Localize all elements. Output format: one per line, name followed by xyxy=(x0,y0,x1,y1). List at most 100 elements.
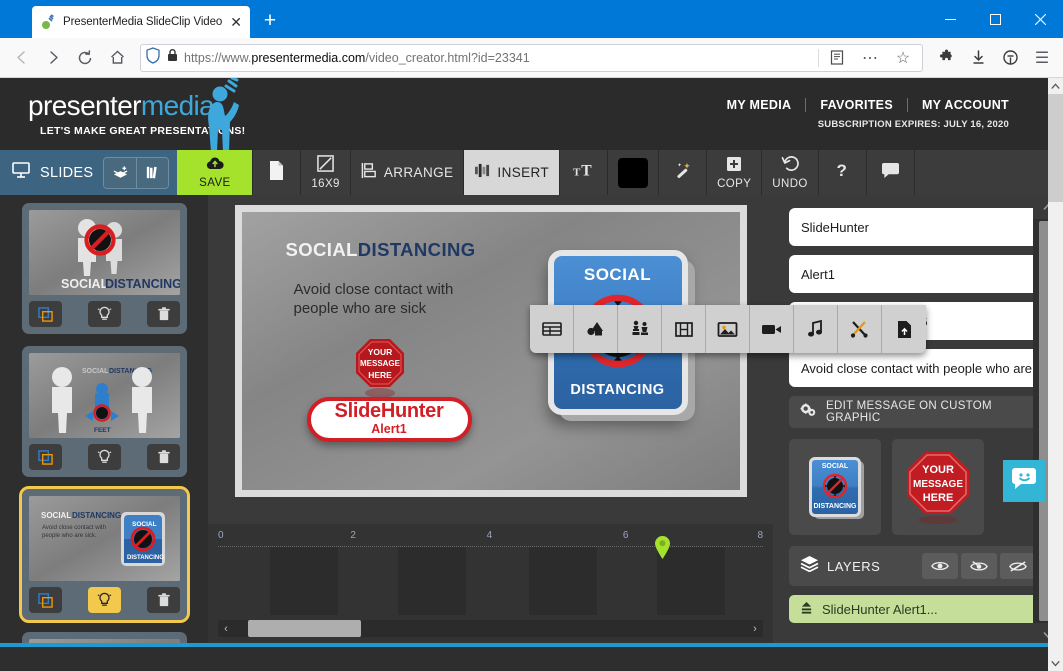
slide-thumbnail-1-tools xyxy=(29,301,180,327)
new-page-button[interactable] xyxy=(253,150,302,195)
browser-tab[interactable]: PresenterMedia SlideClip Video ✕ xyxy=(32,6,250,38)
timeline-clip-3[interactable] xyxy=(528,547,597,615)
aspect-ratio-button[interactable]: 16X9 xyxy=(301,150,351,195)
insert-film-icon[interactable] xyxy=(662,305,706,353)
edit-message-button[interactable]: EDIT MESSAGE ON CUSTOM GRAPHIC xyxy=(789,396,1047,428)
timeline-panel[interactable]: 0 2 4 6 8 ‹ › xyxy=(208,524,773,647)
lightbulb-icon[interactable] xyxy=(88,301,121,327)
insert-upload-file-icon[interactable] xyxy=(882,305,926,353)
slide-body-text[interactable]: Avoid close contact with people who are … xyxy=(294,280,494,318)
insert-scissors-icon[interactable] xyxy=(838,305,882,353)
slide-thumbnail-3[interactable]: SOCIAL DISTANCING Avoid close contact wi… xyxy=(19,486,190,623)
lightbulb-icon[interactable] xyxy=(88,587,121,613)
insert-music-icon[interactable] xyxy=(794,305,838,353)
timeline-scroll-right-icon[interactable]: › xyxy=(747,623,763,635)
slide-thumbnails-panel[interactable]: SOCIAL DISTANCING SOCIAL DISTANCING FEET… xyxy=(0,195,208,647)
eye-slash-icon[interactable] xyxy=(961,553,997,579)
presentermedia-favicon-icon xyxy=(40,14,56,30)
insert-button[interactable]: INSERT xyxy=(464,150,561,195)
trash-icon[interactable] xyxy=(147,301,180,327)
chat-support-button[interactable] xyxy=(1003,460,1045,502)
presentermedia-logo[interactable]: presentermedia LET'S MAKE GREAT PRESENTA… xyxy=(28,78,245,152)
url-bar[interactable]: https://www.presentermedia.com/video_cre… xyxy=(140,43,923,73)
timeline-scroll-left-icon[interactable]: ‹ xyxy=(218,623,234,635)
tab-close-icon[interactable]: ✕ xyxy=(230,15,242,29)
page-scroll-up-button[interactable] xyxy=(1048,78,1063,94)
undo-button[interactable]: UNDO xyxy=(762,150,819,195)
aspect-ratio-icon xyxy=(317,155,334,177)
forward-button-icon[interactable] xyxy=(38,43,68,73)
color-swatch-button[interactable] xyxy=(608,150,660,195)
color-swatch[interactable] xyxy=(618,157,649,188)
timeline-scroll-thumb[interactable] xyxy=(248,620,361,637)
duplicate-icon[interactable] xyxy=(29,301,62,327)
stop-sign-line-3: HERE xyxy=(368,370,392,380)
help-button[interactable]: ? xyxy=(819,150,867,195)
url-text[interactable]: https://www.presentermedia.com/video_cre… xyxy=(184,51,813,65)
header-link-favorites[interactable]: FAVORITES xyxy=(805,98,907,112)
timeline-clip-1[interactable] xyxy=(269,547,338,615)
new-tab-button[interactable]: + xyxy=(256,7,284,35)
page-scroll-thumb[interactable] xyxy=(1048,94,1063,202)
alert-field[interactable]: Alert1 xyxy=(789,255,1047,293)
timeline-scroll-track[interactable] xyxy=(234,620,747,637)
message-field[interactable]: Avoid close contact with people who are … xyxy=(789,349,1047,387)
copy-button[interactable]: COPY xyxy=(707,150,763,195)
window-close-button[interactable] xyxy=(1018,0,1063,38)
window-minimize-button[interactable] xyxy=(928,0,973,38)
browser-menu-icon[interactable]: ☰ xyxy=(1027,43,1057,73)
magic-wand-button[interactable] xyxy=(659,150,708,195)
timeline-scrollbar[interactable]: ‹ › xyxy=(218,620,763,637)
add-slide-icon[interactable] xyxy=(104,157,137,188)
insert-video-icon[interactable] xyxy=(750,305,794,353)
shield-icon[interactable] xyxy=(145,46,161,69)
extensions-puzzle-icon[interactable] xyxy=(931,43,961,73)
slide-thumbnail-1[interactable]: SOCIAL DISTANCING xyxy=(22,203,187,334)
timeline-clip-2[interactable] xyxy=(397,547,466,615)
duplicate-icon[interactable] xyxy=(29,444,62,470)
slidehunter-field[interactable]: SlideHunter xyxy=(789,208,1047,246)
reader-view-icon[interactable] xyxy=(822,43,852,73)
feedback-button[interactable] xyxy=(867,150,915,195)
insert-table-icon[interactable] xyxy=(530,305,574,353)
page-scrollbar[interactable] xyxy=(1048,78,1063,671)
text-size-button[interactable]: TT xyxy=(560,150,609,195)
stop-sign-asset[interactable]: YOUR MESSAGE HERE xyxy=(892,439,984,535)
downloads-icon[interactable] xyxy=(963,43,993,73)
reload-button-icon[interactable] xyxy=(70,43,100,73)
slide-thumbnail-2[interactable]: SOCIAL DISTANCING FEET xyxy=(22,346,187,477)
library-icon[interactable] xyxy=(136,157,169,188)
header-link-my-media[interactable]: MY MEDIA xyxy=(713,98,806,112)
lightbulb-icon[interactable] xyxy=(88,444,121,470)
layers-label: LAYERS xyxy=(827,558,881,574)
page-scroll-down-button[interactable] xyxy=(1048,655,1063,671)
slidehunter-badge[interactable]: SlideHunter Alert1 xyxy=(306,397,472,442)
timeline-playhead-marker[interactable] xyxy=(654,535,671,559)
layer-handle-icon[interactable] xyxy=(800,601,813,618)
arrange-button[interactable]: ARRANGE xyxy=(351,150,465,195)
bookmark-star-icon[interactable]: ☆ xyxy=(888,43,918,73)
window-maximize-button[interactable] xyxy=(973,0,1018,38)
url-scheme: https://www. xyxy=(184,50,252,65)
stop-sign-graphic[interactable]: YOUR MESSAGE HERE xyxy=(354,337,406,398)
stop-sign-line-1: YOUR xyxy=(367,347,392,357)
insert-image-icon[interactable] xyxy=(706,305,750,353)
insert-shapes-icon[interactable] xyxy=(574,305,618,353)
eye-off-icon[interactable] xyxy=(1000,553,1036,579)
page-actions-more-icon[interactable]: ⋯ xyxy=(855,43,885,73)
timeline-track[interactable] xyxy=(218,536,763,615)
trash-icon[interactable] xyxy=(147,587,180,613)
header-link-my-account[interactable]: MY ACCOUNT xyxy=(906,98,1023,112)
slidehunter-name: SlideHunter xyxy=(334,399,444,422)
account-icon[interactable] xyxy=(995,43,1025,73)
insert-people-icon[interactable] xyxy=(618,305,662,353)
trash-icon[interactable] xyxy=(147,444,180,470)
home-button-icon[interactable] xyxy=(102,43,132,73)
eye-icon[interactable] xyxy=(922,553,958,579)
save-button[interactable]: SAVE xyxy=(177,150,254,195)
social-distancing-card-asset[interactable]: SOCIAL DISTANCING xyxy=(789,439,881,535)
layer-item[interactable]: SlideHunter Alert1... xyxy=(789,595,1047,623)
duplicate-icon[interactable] xyxy=(29,587,62,613)
timeline-tick-2: 2 xyxy=(350,530,356,541)
back-button-icon[interactable] xyxy=(6,43,36,73)
